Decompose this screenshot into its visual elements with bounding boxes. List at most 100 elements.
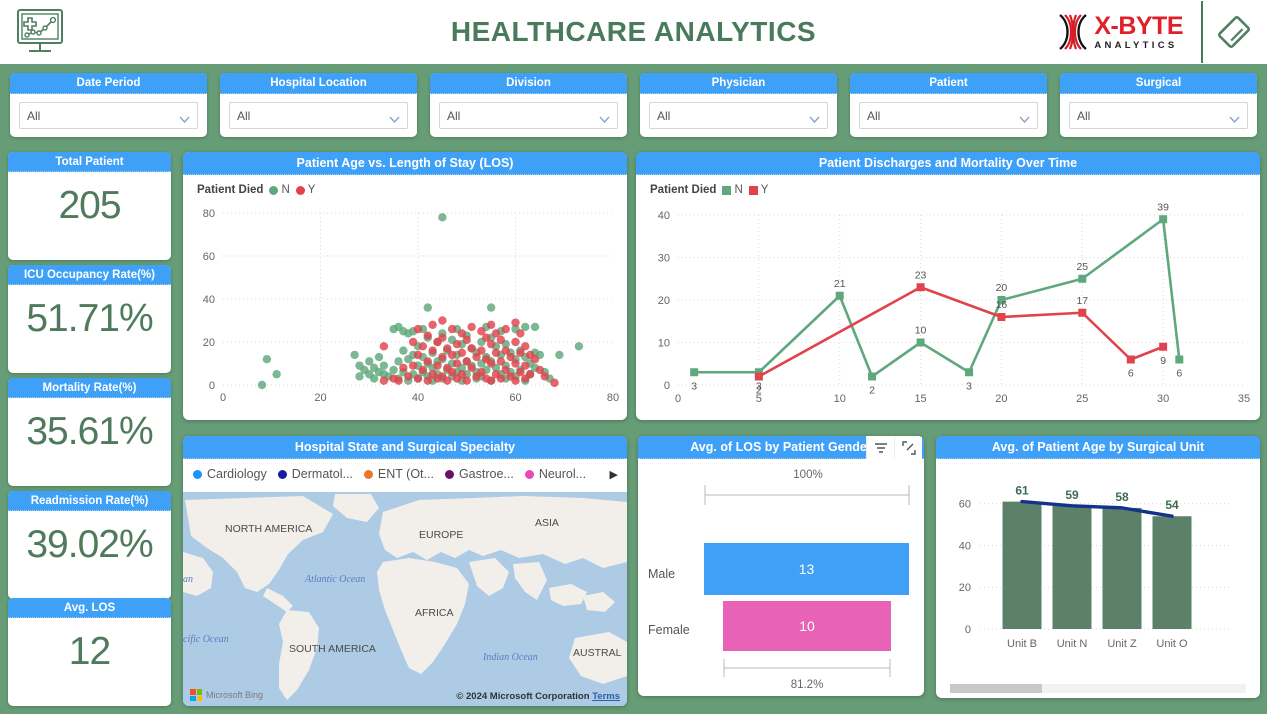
legend-label: Neurol... (538, 467, 587, 481)
kpi-card-readmission-rate[interactable]: Readmission Rate(%) 39.02% (8, 491, 171, 599)
svg-text:AUSTRAL: AUSTRAL (573, 647, 622, 659)
legend-item-n[interactable]: N (722, 184, 743, 196)
svg-text:0: 0 (664, 380, 670, 392)
svg-text:30: 30 (1157, 393, 1169, 405)
line-plot-area[interactable]: 0102030400 5 10 15 20 25 30 353 3212103202539622… (636, 203, 1260, 415)
slicer-dropdown[interactable]: All (859, 102, 1038, 129)
slicer-dropdown[interactable]: All (649, 102, 828, 129)
svg-text:10: 10 (915, 325, 927, 337)
slicer-label: Patient (850, 73, 1047, 94)
svg-text:35: 35 (1238, 393, 1250, 405)
map-legend: Cardiology Dermatol... ENT (Ot... Gastro… (183, 459, 627, 487)
svg-text:20: 20 (314, 392, 326, 404)
funnel-bottom-rate: 81.2% (790, 679, 824, 691)
legend-title: Patient Died (650, 184, 717, 196)
panel-title: Hospital State and Surgical Specialty (183, 436, 627, 459)
svg-text:59: 59 (1065, 488, 1079, 502)
svg-text:0: 0 (675, 393, 681, 405)
svg-text:60: 60 (203, 251, 215, 263)
brand-wordmark: X-BYTE ANALYTICS (1094, 13, 1183, 51)
svg-text:0: 0 (965, 624, 971, 636)
slicer-label: Physician (640, 73, 837, 94)
legend-swatch-n (269, 185, 279, 195)
funnel-bar-male[interactable]: 13 (704, 543, 909, 595)
kpi-card-icu-occupancy-rate[interactable]: ICU Occupancy Rate(%) 51.71% (8, 265, 171, 373)
svg-text:54: 54 (1165, 498, 1179, 512)
kpi-value: 205 (58, 184, 121, 227)
svg-text:SOUTH AMERICA: SOUTH AMERICA (289, 643, 376, 655)
svg-text:AFRICA: AFRICA (415, 607, 454, 619)
kpi-card-avg-los[interactable]: Avg. LOS 12 (8, 598, 171, 706)
panel-avg-los-by-gender: Avg. of LOS by Patient Gender 100% Male … (638, 436, 924, 696)
legend-item-neurology[interactable]: Neurol... (524, 467, 587, 481)
legend-swatch-n (722, 185, 732, 195)
map-visual[interactable]: Cardiology Dermatol... ENT (Ot... Gastro… (183, 459, 627, 706)
legend-item-cardiology[interactable]: Cardiology (193, 467, 267, 481)
svg-text:6: 6 (1128, 368, 1134, 380)
scatter-chart[interactable]: Patient Died N Y 0 20 40 60 80 0 20 40 60 80 (183, 175, 627, 420)
panel-avg-age-by-unit: Avg. of Patient Age by Surgical Unit 0 20… (936, 436, 1260, 698)
svg-text:20: 20 (959, 582, 971, 594)
legend-item-y[interactable]: Y (748, 184, 768, 196)
legend-item-n[interactable]: N (269, 184, 290, 196)
slicer-dropdown[interactable]: All (1069, 102, 1248, 129)
legend-item-ent[interactable]: ENT (Ot... (363, 467, 434, 481)
slicer-date-period[interactable]: Date Period All (10, 73, 207, 137)
horizontal-scrollbar[interactable] (950, 684, 1246, 693)
line-chart[interactable]: Patient Died N Y 0 10 20 30 40 0 5 10 15 20 25 30 35… (636, 175, 1260, 420)
svg-text:an: an (183, 574, 193, 585)
funnel-bar-female[interactable]: 10 (723, 601, 891, 651)
focus-mode-icon[interactable] (894, 436, 922, 459)
filter-icon[interactable] (866, 436, 894, 459)
legend-item-y[interactable]: Y (295, 184, 316, 196)
slicer-dropdown[interactable]: All (439, 102, 618, 129)
legend-swatch (193, 469, 202, 479)
kpi-label: Readmission Rate(%) (8, 491, 171, 511)
legend-swatch (363, 469, 373, 479)
scatter-plot-area[interactable]: 0 20 40 60 80 0 20 40 60 80 (183, 203, 627, 415)
chevron-down-icon (1019, 112, 1030, 124)
funnel-chart[interactable]: 100% Male 13 Female 10 81.2% (638, 459, 924, 696)
map-canvas[interactable]: NORTH AMERICA EUROPE ASIA AFRICA SOUTH A… (183, 492, 627, 706)
slicer-division[interactable]: Division All (430, 73, 627, 137)
svg-text:ASIA: ASIA (535, 517, 559, 529)
legend-label: Gastroe... (458, 467, 514, 481)
panel-title: Patient Discharges and Mortality Over Ti… (636, 152, 1260, 175)
legend-item-gastroenterology[interactable]: Gastroe... (444, 467, 514, 481)
slicer-surgical[interactable]: Surgical All (1060, 73, 1257, 137)
legend-swatch (444, 469, 454, 479)
bing-logo-icon (190, 689, 202, 701)
bar-plot-area[interactable]: 0 20 40 60 61 Unit B 59 Unit N 58 Unit Z 54 Unit O (936, 459, 1260, 671)
funnel-bottom-bracket (723, 659, 891, 677)
slicer-label: Date Period (10, 73, 207, 94)
funnel-category-male: Male (648, 567, 676, 581)
panel-toolbar (866, 436, 922, 459)
svg-text:Indian Ocean: Indian Ocean (482, 652, 538, 663)
slicer-patient[interactable]: Patient All (850, 73, 1047, 137)
diamond-logo-icon (1217, 12, 1251, 52)
slicer-hospital-location[interactable]: Hospital Location All (220, 73, 417, 137)
slicer-dropdown[interactable]: All (229, 102, 408, 129)
terms-link[interactable]: Terms (592, 691, 620, 702)
kpi-card-mortality-rate[interactable]: Mortality Rate(%) 35.61% (8, 378, 171, 486)
bar-chart[interactable]: 0 20 40 60 61 Unit B 59 Unit N 58 Unit Z 54 Unit O (936, 459, 1260, 698)
legend-item-dermatology[interactable]: Dermatol... (277, 467, 353, 481)
svg-text:25: 25 (1076, 261, 1088, 273)
svg-text:30: 30 (658, 253, 670, 265)
legend-label: Cardiology (207, 467, 267, 481)
svg-text:cific Ocean: cific Ocean (183, 634, 229, 645)
svg-text:16: 16 (996, 299, 1008, 311)
svg-text:6: 6 (1176, 368, 1182, 380)
svg-text:60: 60 (509, 392, 521, 404)
panel-discharges-mortality: Patient Discharges and Mortality Over Ti… (636, 152, 1260, 420)
kpi-card-total-patient[interactable]: Total Patient 205 (8, 152, 171, 260)
legend-next-arrow-icon[interactable]: ▶ (610, 468, 618, 481)
svg-text:2: 2 (869, 385, 875, 397)
svg-text:20: 20 (658, 295, 670, 307)
legend-label-y: Y (307, 184, 316, 196)
scrollbar-thumb[interactable] (950, 684, 1042, 693)
svg-text:20: 20 (995, 393, 1007, 405)
svg-text:NORTH AMERICA: NORTH AMERICA (225, 523, 312, 535)
slicer-physician[interactable]: Physician All (640, 73, 837, 137)
slicer-dropdown[interactable]: All (19, 102, 198, 129)
